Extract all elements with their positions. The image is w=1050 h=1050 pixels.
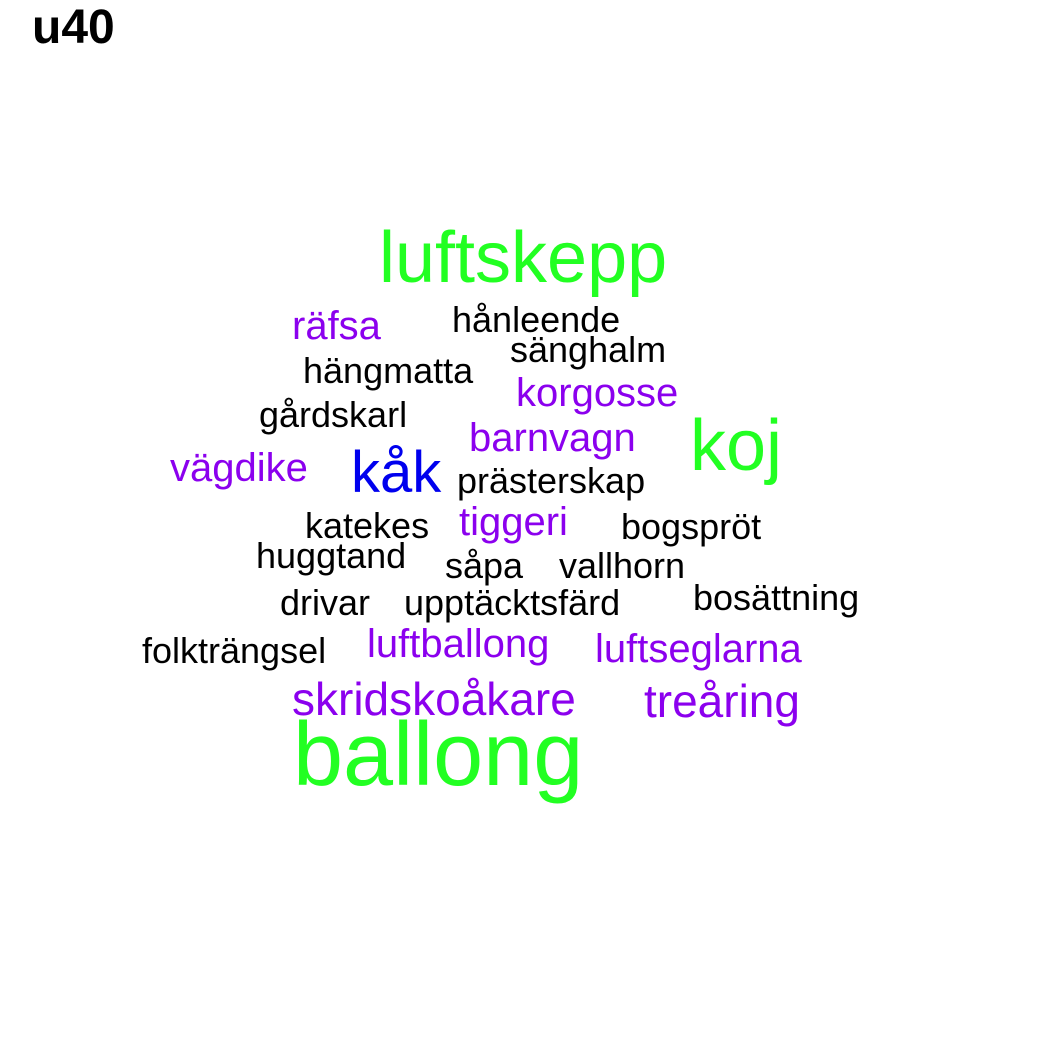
cloud-word: bosättning: [693, 577, 860, 618]
cloud-word: korgosse: [516, 371, 679, 415]
cloud-word: luftballong: [367, 622, 550, 666]
cloud-word: huggtand: [256, 535, 407, 576]
word-cloud: luftskepp räfsa hånleende sänghalm hängm…: [0, 0, 1050, 1050]
cloud-word: prästerskap: [457, 460, 646, 501]
cloud-word: såpa: [445, 545, 524, 586]
cloud-word: upptäcktsfärd: [404, 582, 621, 623]
cloud-word: gårdskarl: [259, 394, 408, 435]
cloud-word: kåk: [351, 440, 442, 505]
word-cloud-page: u40 luftskepp räfsa hånleende sänghalm h…: [0, 0, 1050, 1050]
cloud-word: barnvagn: [469, 416, 636, 460]
cloud-word: luftskepp: [379, 218, 668, 298]
cloud-word: folkträngsel: [142, 630, 327, 671]
cloud-word: sänghalm: [510, 329, 667, 370]
cloud-word: vallhorn: [559, 545, 686, 586]
cloud-word: ballong: [293, 705, 584, 805]
cloud-word: räfsa: [292, 304, 381, 348]
cloud-word: treåring: [644, 675, 800, 727]
cloud-word: drivar: [280, 582, 371, 623]
cloud-word: hängmatta: [303, 350, 474, 391]
cloud-word: tiggeri: [459, 500, 568, 544]
cloud-word: vägdike: [170, 446, 308, 490]
cloud-word: bogspröt: [621, 506, 762, 547]
cloud-word: luftseglarna: [595, 627, 802, 671]
cloud-word: koj: [690, 406, 783, 486]
